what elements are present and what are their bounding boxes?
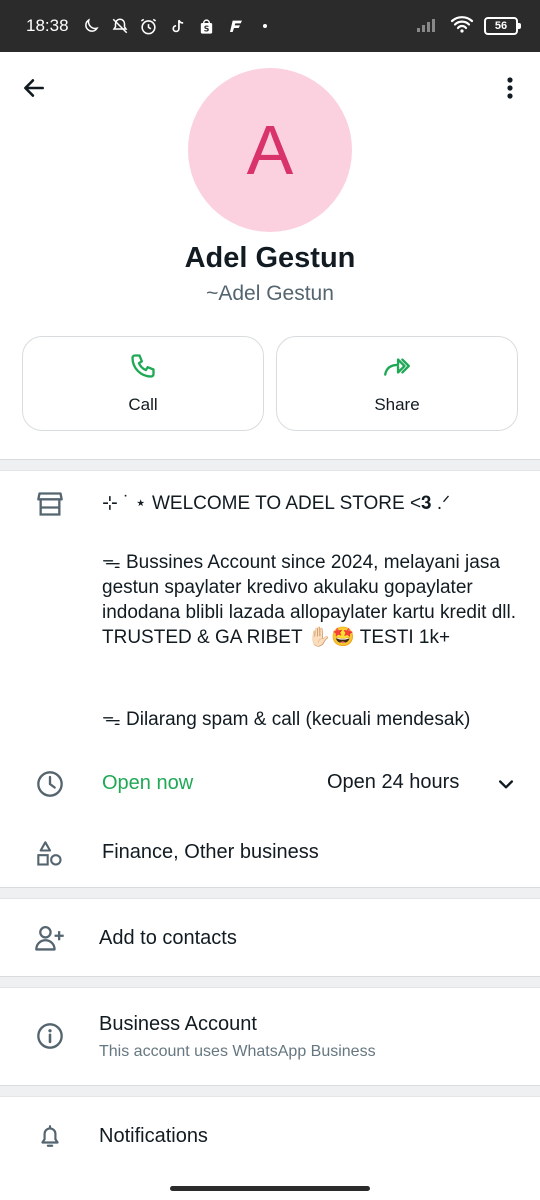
add-to-contacts-label: Add to contacts xyxy=(99,927,237,949)
section-divider xyxy=(0,976,540,988)
wifi-icon xyxy=(450,15,474,38)
chevron-down-icon xyxy=(496,774,516,799)
call-label: Call xyxy=(128,395,158,414)
tiktok-icon xyxy=(168,16,188,36)
navigation-handle[interactable] xyxy=(170,1186,370,1191)
contact-name: Adel Gestun xyxy=(184,242,356,274)
back-button[interactable] xyxy=(14,70,54,110)
arrow-back-icon xyxy=(21,75,47,106)
more-options-button[interactable] xyxy=(490,70,530,110)
add-to-contacts-row[interactable]: Add to contacts xyxy=(0,900,540,976)
alarm-icon xyxy=(139,16,159,36)
open-hours: Open 24 hours xyxy=(327,771,460,793)
battery-icon: 56 xyxy=(484,17,521,35)
avatar-letter: A xyxy=(246,111,294,189)
business-hours-toggle[interactable]: Open 24 hours xyxy=(300,762,530,806)
business-description-title: ⊹ ˙ ⋆ WELCOME TO ADEL STORE <𝟑 .ᐟ xyxy=(102,493,451,514)
category-icon xyxy=(34,838,66,870)
svg-text:S: S xyxy=(204,24,210,33)
status-bar: 18:38 S 56 xyxy=(0,0,540,52)
business-account-title: Business Account xyxy=(99,1013,257,1035)
dot-icon xyxy=(255,16,275,36)
section-divider xyxy=(0,887,540,899)
bell-icon xyxy=(34,1120,66,1152)
notifications-label: Notifications xyxy=(99,1125,208,1147)
notifications-row[interactable]: Notifications xyxy=(0,1098,540,1178)
avatar[interactable]: A xyxy=(188,68,352,232)
share-button[interactable]: Share xyxy=(276,336,518,431)
section-divider xyxy=(0,1085,540,1097)
phone-icon xyxy=(129,352,157,385)
battery-level: 56 xyxy=(494,20,508,32)
business-account-row[interactable]: Business Account This account uses Whats… xyxy=(0,989,540,1085)
shopee-icon: S xyxy=(197,16,217,36)
signal-icon xyxy=(416,16,440,37)
status-time: 18:38 xyxy=(26,16,69,35)
share-label: Share xyxy=(374,395,420,414)
section-divider xyxy=(0,459,540,471)
business-account-subtitle: This account uses WhatsApp Business xyxy=(99,1043,376,1060)
f-icon xyxy=(226,16,246,36)
more-vert-icon xyxy=(506,76,514,105)
mute-icon xyxy=(110,16,130,36)
clock-icon xyxy=(34,768,66,800)
store-icon xyxy=(34,488,66,520)
business-description-note: ᯓ Dilarang spam & call (kecuali mendesak… xyxy=(102,709,471,730)
business-category: Finance, Other business xyxy=(102,841,319,863)
business-description-body: ᯓ Bussines Account since 2024, melayani … xyxy=(102,552,517,648)
info-icon xyxy=(34,1020,66,1052)
contact-pushname: ~Adel Gestun xyxy=(206,282,334,305)
moon-icon xyxy=(81,16,101,36)
call-button[interactable]: Call xyxy=(22,336,264,431)
share-icon xyxy=(382,352,412,385)
open-status: Open now xyxy=(102,772,194,794)
person-add-icon xyxy=(34,922,66,954)
